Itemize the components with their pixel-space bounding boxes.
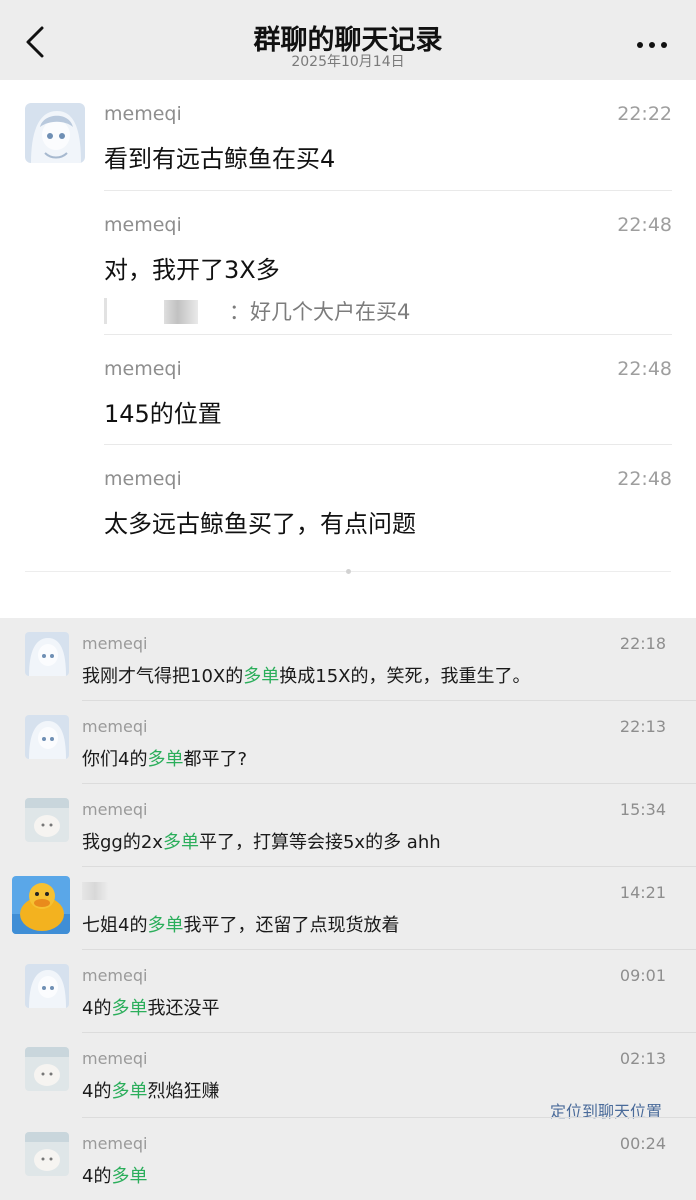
message-time: 22:48	[617, 358, 672, 380]
sender-name: memeqi	[82, 634, 148, 653]
avatar[interactable]	[25, 632, 69, 676]
list-item[interactable]: memeqi 09:01 4的多单我还没平	[0, 950, 696, 1033]
message-time: 22:48	[617, 468, 672, 490]
avatar[interactable]	[25, 103, 85, 163]
anime-girl-avatar-icon	[25, 103, 85, 163]
sketch-avatar-icon	[25, 1047, 69, 1091]
end-dot	[346, 569, 351, 574]
highlighted-keyword: 多单	[111, 1081, 148, 1102]
text-part: 我gg的2x	[82, 832, 163, 853]
list-item[interactable]: memeqi 00:24 4的多单	[0, 1118, 696, 1200]
text-part: 烈焰狂赚	[147, 1081, 220, 1102]
highlighted-keyword: 多单	[147, 915, 184, 936]
divider	[104, 334, 672, 335]
message-time: 22:22	[617, 103, 672, 125]
message-time: 15:34	[619, 800, 666, 819]
sender-name: memeqi	[82, 1049, 148, 1068]
list-item[interactable]: memeqi 22:13 你们4的多单都平了?	[0, 701, 696, 784]
list-item[interactable]: memeqi 22:18 我刚才气得把10X的多单换成15X的，笑死，我重生了。	[0, 618, 696, 701]
text-part: 平了，打算等会接5x的多 ahh	[198, 832, 441, 853]
sender-name: memeqi	[104, 358, 182, 380]
avatar[interactable]	[25, 1047, 69, 1091]
avatar[interactable]	[25, 715, 69, 759]
sender-name: memeqi	[104, 468, 182, 490]
redacted-name	[164, 300, 198, 324]
more-icon[interactable]	[632, 30, 672, 60]
sender-name: memeqi	[82, 966, 148, 985]
text-part: 4的	[82, 1166, 112, 1187]
message-time: 09:01	[619, 966, 666, 985]
text-part: 我还没平	[147, 998, 220, 1019]
message-text: 4的多单	[82, 1162, 147, 1188]
nav-bar: 群聊的聊天记录 2025年10月14日	[0, 0, 696, 80]
highlighted-keyword: 多单	[162, 832, 199, 853]
chat-message: memeqi 22:22 看到有远古鲸鱼在买4	[104, 103, 672, 173]
avatar[interactable]	[25, 1132, 69, 1176]
divider	[104, 190, 672, 191]
chat-message: memeqi 22:48 太多远古鲸鱼买了，有点问题	[104, 468, 672, 538]
anime-girl-avatar-icon	[25, 964, 69, 1008]
message-text: 4的多单我还没平	[82, 994, 219, 1020]
anime-girl-avatar-icon	[25, 632, 69, 676]
highlighted-keyword: 多单	[147, 749, 184, 770]
text-part: 七姐4的	[82, 915, 148, 936]
message-time: 22:48	[617, 214, 672, 236]
message-time: 00:24	[619, 1134, 666, 1153]
text-part: 换成15X的，笑死，我重生了。	[279, 666, 531, 687]
sender-name: memeqi	[104, 103, 182, 125]
sketch-avatar-icon	[25, 1132, 69, 1176]
quote-text: ：好几个大户在买4	[229, 300, 411, 324]
message-text: 你们4的多单都平了?	[82, 745, 247, 771]
quoted-message[interactable]: ：好几个大户在买4	[104, 294, 444, 330]
text-part: 我平了，还留了点现货放着	[183, 915, 400, 936]
message-text[interactable]: 太多远古鲸鱼买了，有点问题	[104, 504, 416, 539]
search-results-list: memeqi 22:18 我刚才气得把10X的多单换成15X的，笑死，我重生了。…	[0, 618, 696, 1200]
yellow-duck-avatar-icon	[12, 876, 70, 934]
list-item[interactable]: memeqi 02:13 4的多单烈焰狂赚 定位到聊天位置	[0, 1033, 696, 1121]
text-part: 4的	[82, 1081, 112, 1102]
record-date: 2025年10月14日	[291, 54, 405, 70]
message-text[interactable]: 看到有远古鲸鱼在买4	[104, 139, 335, 174]
message-text: 我刚才气得把10X的多单换成15X的，笑死，我重生了。	[82, 662, 530, 688]
quote-bar	[104, 298, 107, 324]
avatar[interactable]	[12, 876, 70, 934]
list-item[interactable]: 14:21 七姐4的多单我平了，还留了点现货放着	[0, 867, 696, 950]
highlighted-keyword: 多单	[111, 998, 148, 1019]
chat-message: memeqi 22:48 对，我开了3X多 ：好几个大户在买4	[104, 214, 672, 334]
text-part: 都平了?	[183, 749, 248, 770]
text-part: 我刚才气得把10X的	[82, 666, 244, 687]
sender-name: memeqi	[104, 214, 182, 236]
message-time: 14:21	[619, 883, 666, 902]
avatar[interactable]	[25, 798, 69, 842]
redacted-sender-name	[82, 882, 108, 900]
message-time: 22:18	[619, 634, 666, 653]
chat-message: memeqi 22:48 145的位置	[104, 358, 672, 428]
sender-name: memeqi	[82, 1134, 148, 1153]
message-text: 4的多单烈焰狂赚	[82, 1077, 219, 1103]
sender-name: memeqi	[82, 717, 148, 736]
text-part: 你们4的	[82, 749, 148, 770]
message-time: 02:13	[619, 1049, 666, 1068]
highlighted-keyword: 多单	[243, 666, 280, 687]
sender-name: memeqi	[82, 800, 148, 819]
chat-record: memeqi 22:22 看到有远古鲸鱼在买4 memeqi 22:48 对，我…	[0, 80, 696, 618]
message-text: 七姐4的多单我平了，还留了点现货放着	[82, 911, 399, 937]
anime-girl-avatar-icon	[25, 715, 69, 759]
text-part: 4的	[82, 998, 112, 1019]
highlighted-keyword: 多单	[111, 1166, 148, 1187]
list-item[interactable]: memeqi 15:34 我gg的2x多单平了，打算等会接5x的多 ahh	[0, 784, 696, 867]
message-time: 22:13	[619, 717, 666, 736]
avatar[interactable]	[25, 964, 69, 1008]
message-text[interactable]: 145的位置	[104, 394, 222, 429]
divider	[104, 444, 672, 445]
message-text[interactable]: 对，我开了3X多	[104, 250, 280, 285]
message-text: 我gg的2x多单平了，打算等会接5x的多 ahh	[82, 828, 441, 854]
sketch-avatar-icon	[25, 798, 69, 842]
